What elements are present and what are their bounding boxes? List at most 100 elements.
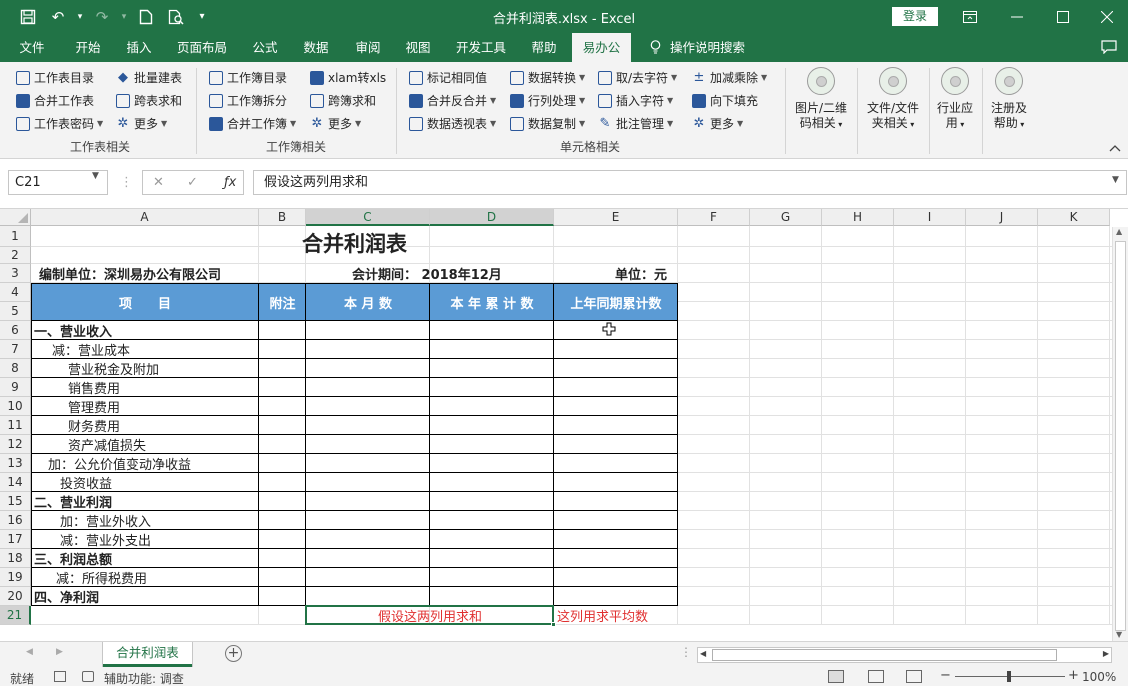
pivot-table-button[interactable]: 数据透视表 ▼ — [409, 114, 496, 134]
column-header-J[interactable]: J — [966, 209, 1038, 226]
row-header-10[interactable]: 10 — [0, 397, 31, 416]
next-sheet-icon[interactable]: ▶ — [56, 647, 63, 657]
redo-dropdown-icon[interactable]: ▾ — [118, 3, 130, 31]
row-header-1[interactable]: 1 — [0, 226, 31, 247]
column-header-I[interactable]: I — [894, 209, 966, 226]
row-header-9[interactable]: 9 — [0, 378, 31, 397]
sheet-tab-profit[interactable]: 合并利润表 — [103, 642, 192, 667]
item-label[interactable]: 减：所得税费用 — [56, 568, 147, 587]
vertical-scroll-thumb[interactable] — [1115, 241, 1126, 631]
more-cell-tools-button[interactable]: ✲ 更多 ▼ — [692, 114, 744, 134]
row-header-19[interactable]: 19 — [0, 568, 31, 587]
column-header-H[interactable]: H — [822, 209, 894, 226]
tab-home[interactable]: 开始 — [62, 33, 114, 62]
table-header-2[interactable]: 本 月 数 — [306, 283, 430, 321]
item-label[interactable]: 销售费用 — [68, 378, 120, 397]
spreadsheet-grid[interactable]: A B C D E F G H I J K 1 2 3 4 5 6 7 8 9 10 11 12 13 14 15 16 17 18 19… — [0, 209, 1128, 641]
customize-toolbar-icon[interactable]: ▾ — [192, 3, 212, 31]
sheet-title[interactable]: 合并利润表 — [31, 226, 678, 264]
tell-me-search[interactable]: 操作说明搜索 — [670, 33, 750, 62]
row-header-20[interactable]: 20 — [0, 587, 31, 606]
column-header-K[interactable]: K — [1038, 209, 1110, 226]
vertical-scrollbar[interactable]: ▲ ▼ — [1112, 227, 1128, 641]
cross-workbook-sum-button[interactable]: 跨簿求和 — [310, 91, 376, 111]
tab-file[interactable]: 文件 — [10, 33, 54, 62]
table-header-4[interactable]: 上年同期累计数 — [554, 283, 678, 321]
image-qr-button[interactable]: 图片/二维 码相关 ▾ — [790, 67, 852, 132]
horizontal-scrollbar[interactable]: ◀ ▶ — [697, 647, 1112, 663]
row-header-6[interactable]: 6 — [0, 321, 31, 340]
workbook-toc-button[interactable]: 工作簿目录 — [209, 68, 287, 88]
tab-help[interactable]: 帮助 — [522, 33, 566, 62]
name-box-dropdown-icon[interactable]: ▼ — [92, 171, 99, 181]
item-label[interactable]: 三、利润总额 — [34, 549, 112, 568]
insert-function-icon[interactable]: ƒx — [224, 170, 236, 195]
row-header-2[interactable]: 2 — [0, 247, 31, 264]
row-header-21[interactable]: 21 — [0, 606, 31, 625]
row-header-5[interactable]: 5 — [0, 302, 31, 321]
scroll-right-icon[interactable]: ▶ — [1103, 649, 1109, 658]
save-icon[interactable] — [14, 3, 42, 31]
tab-page-layout[interactable]: 页面布局 — [170, 33, 234, 62]
row-header-16[interactable]: 16 — [0, 511, 31, 530]
column-header-F[interactable]: F — [678, 209, 750, 226]
row-header-3[interactable]: 3 — [0, 264, 31, 283]
zoom-out-icon[interactable]: − — [940, 668, 951, 683]
row-header-8[interactable]: 8 — [0, 359, 31, 378]
formula-input[interactable]: 假设这两列用求和 — [253, 170, 1127, 195]
table-header-1[interactable]: 附注 — [259, 283, 306, 321]
expand-formula-icon[interactable]: ▼ — [1112, 175, 1119, 185]
item-label[interactable]: 二、营业利润 — [34, 492, 112, 511]
collapse-ribbon-icon[interactable] — [1108, 142, 1122, 156]
column-header-B[interactable]: B — [259, 209, 306, 226]
merge-workbooks-button[interactable]: 合并工作簿 ▼ — [209, 114, 296, 134]
cell-unit[interactable]: 单位：元 — [615, 264, 667, 283]
comments-icon[interactable] — [1096, 33, 1122, 62]
column-header-E[interactable]: E — [554, 209, 678, 226]
normal-view-icon[interactable] — [828, 670, 844, 683]
add-sheet-icon[interactable]: + — [225, 645, 242, 662]
item-label[interactable]: 减：营业成本 — [52, 340, 130, 359]
row-column-process-button[interactable]: 行列处理 ▼ — [510, 91, 585, 111]
merge-unmerge-button[interactable]: 合并反合并 ▼ — [409, 91, 496, 111]
data-convert-button[interactable]: 数据转换 ▼ — [510, 68, 585, 88]
fill-handle[interactable] — [551, 622, 556, 627]
tab-view[interactable]: 视图 — [396, 33, 440, 62]
sign-in-button[interactable]: 登录 — [892, 7, 938, 26]
insert-chars-button[interactable]: 插入字符 ▼ — [598, 91, 673, 111]
page-layout-view-icon[interactable] — [868, 670, 884, 683]
tab-data[interactable]: 数据 — [294, 33, 338, 62]
print-preview-icon[interactable] — [162, 3, 190, 31]
industry-apps-button[interactable]: 行业应 用 ▾ — [932, 67, 978, 132]
more-sheet-tools-button[interactable]: ✲ 更多 ▼ — [116, 114, 168, 134]
mark-same-values-button[interactable]: 标记相同值 — [409, 68, 487, 88]
tab-developer[interactable]: 开发工具 — [448, 33, 514, 62]
item-label[interactable]: 投资收益 — [60, 473, 112, 492]
row-header-13[interactable]: 13 — [0, 454, 31, 473]
accessibility-icon[interactable] — [82, 671, 94, 682]
macro-record-icon[interactable] — [54, 671, 66, 682]
merge-worksheets-button[interactable]: 合并工作表 — [16, 91, 94, 111]
item-label[interactable]: 资产减值损失 — [68, 435, 146, 454]
row-header-18[interactable]: 18 — [0, 549, 31, 568]
batch-create-sheets-button[interactable]: ◆ 批量建表 — [116, 68, 182, 88]
note-average-column[interactable]: 这列用求平均数 — [557, 606, 648, 625]
extract-remove-chars-button[interactable]: 取/去字符 ▼ — [598, 68, 677, 88]
row-header-7[interactable]: 7 — [0, 340, 31, 359]
row-header-12[interactable]: 12 — [0, 435, 31, 454]
cell-company[interactable]: 编制单位：深圳易办公有限公司 — [39, 264, 221, 283]
accessibility-status[interactable]: 辅助功能: 调查 — [104, 670, 184, 687]
row-header-14[interactable]: 14 — [0, 473, 31, 492]
cell-period[interactable]: 会计期间： 2018年12月 — [352, 264, 502, 283]
row-header-4[interactable]: 4 — [0, 283, 31, 302]
item-label[interactable]: 营业税金及附加 — [68, 359, 159, 378]
tab-insert[interactable]: 插入 — [114, 33, 164, 62]
cross-sheet-sum-button[interactable]: 跨表求和 — [116, 91, 182, 111]
item-label[interactable]: 管理费用 — [68, 397, 120, 416]
file-folder-button[interactable]: 文件/文件 夹相关 ▾ — [862, 67, 924, 132]
column-header-D[interactable]: D — [430, 209, 554, 226]
item-label[interactable]: 一、营业收入 — [34, 321, 112, 340]
column-header-A[interactable]: A — [31, 209, 259, 226]
tab-formulas[interactable]: 公式 — [243, 33, 287, 62]
xlam-to-xls-button[interactable]: xlam转xls — [310, 68, 386, 88]
